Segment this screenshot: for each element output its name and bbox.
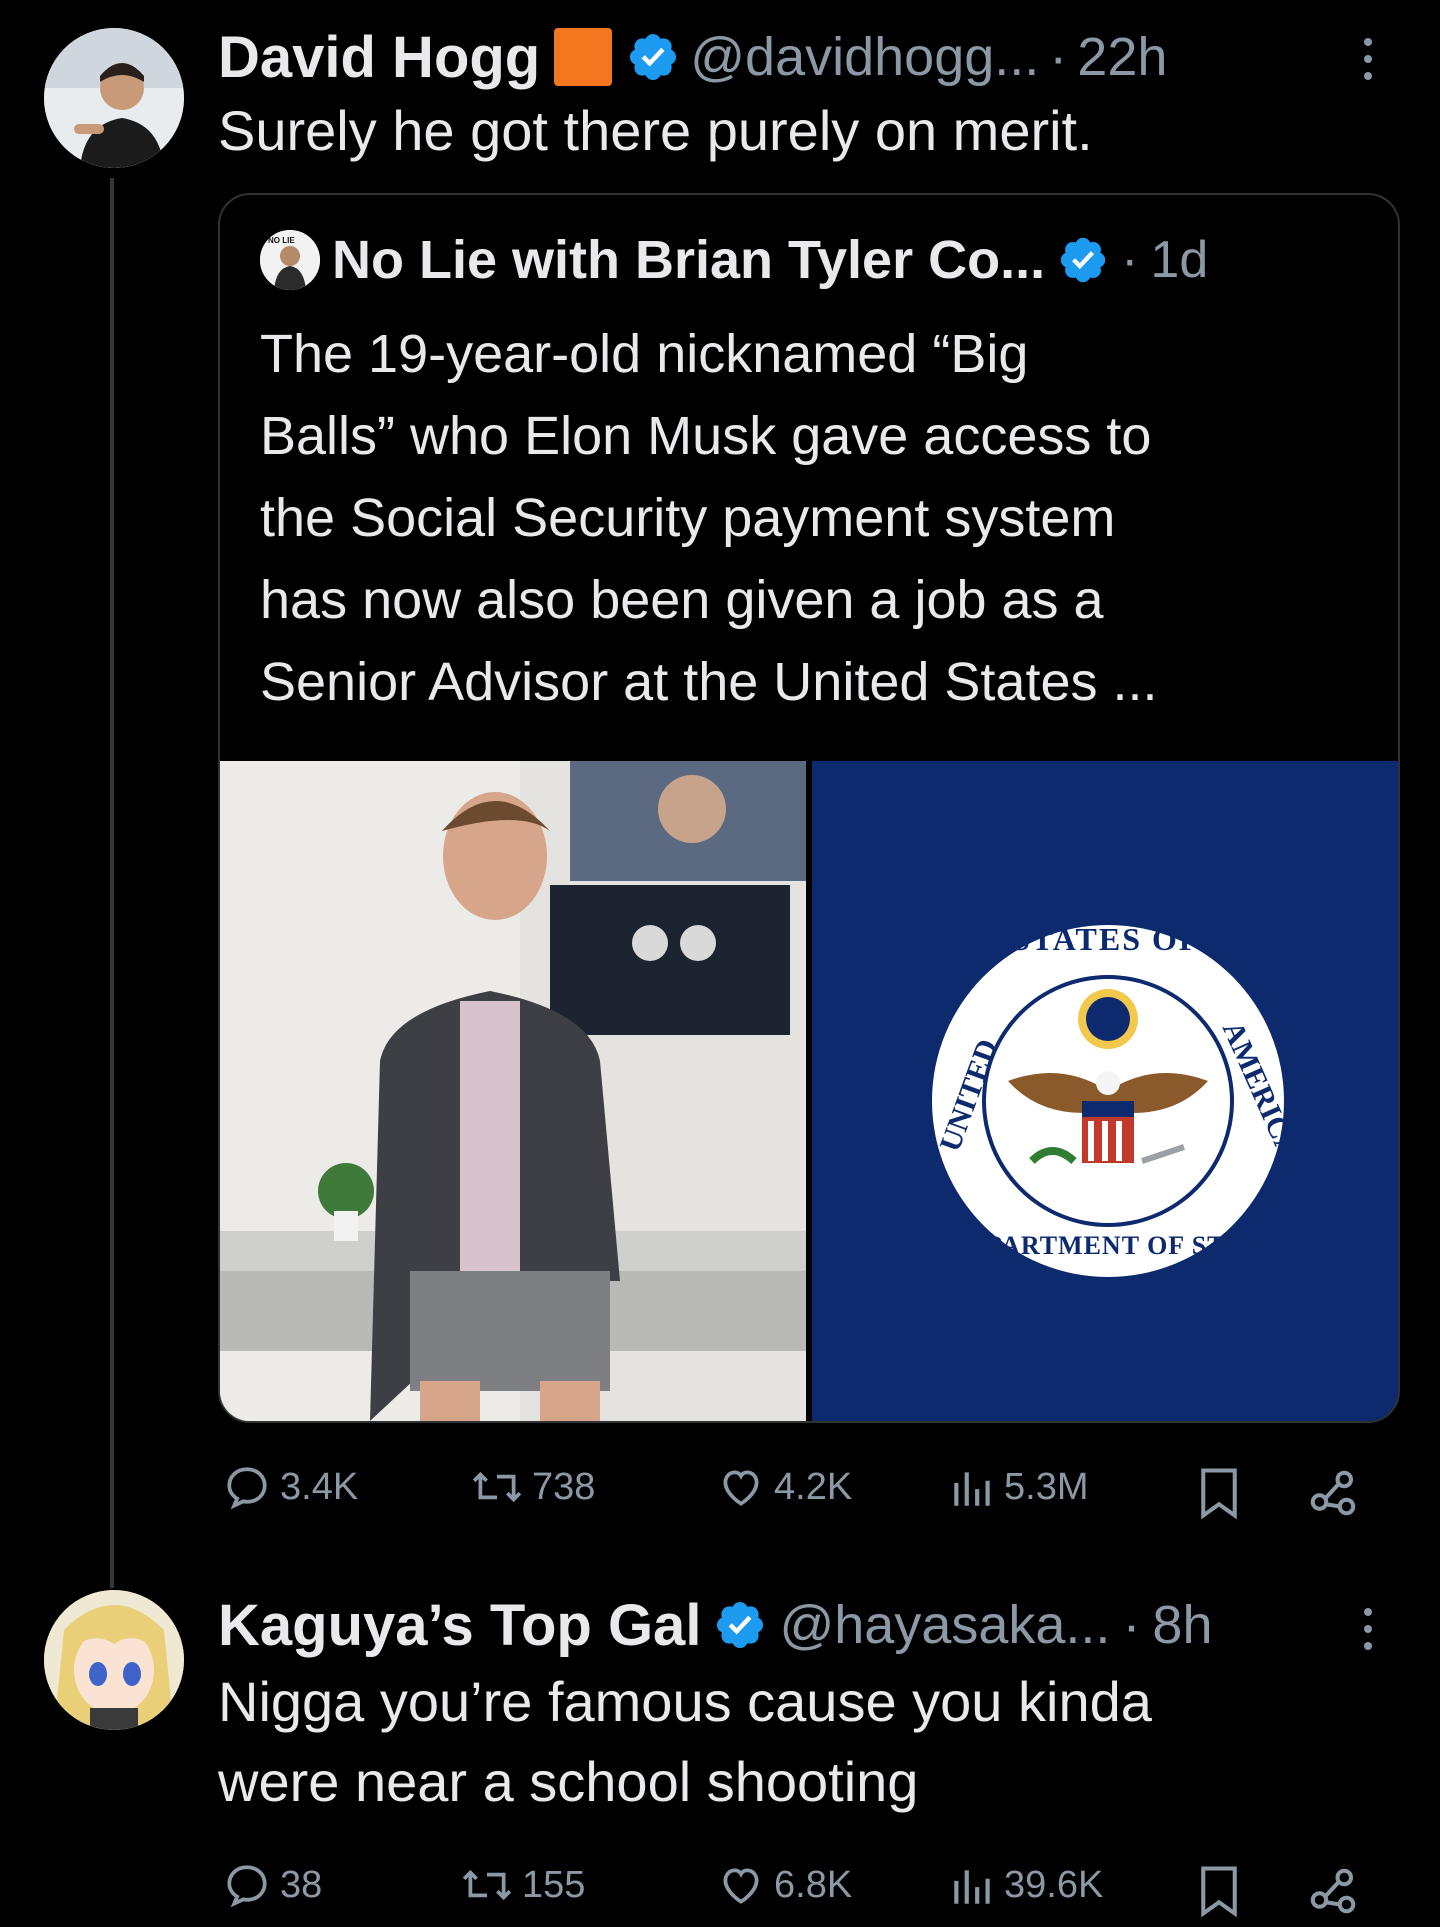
separator-dot: ·	[1121, 231, 1139, 289]
repost-button[interactable]: 155	[460, 1860, 585, 1910]
reply-button[interactable]: 38	[222, 1860, 322, 1910]
avatar-david-hogg[interactable]	[44, 28, 184, 168]
reply-count: 3.4K	[280, 1465, 359, 1508]
repost-icon	[470, 1462, 524, 1512]
views-icon	[950, 1860, 996, 1910]
views-count: 5.3M	[1004, 1465, 1089, 1508]
reply-icon	[222, 1860, 272, 1910]
share-button[interactable]	[1306, 1466, 1360, 1520]
like-button[interactable]: 4.2K	[716, 1462, 852, 1512]
verified-badge-icon[interactable]	[713, 1598, 767, 1652]
quote-avatar-label: NO LIE	[268, 236, 295, 245]
separator-dot: ·	[1049, 27, 1068, 87]
quote-text: The 19-year-old nicknamed “Big Balls” wh…	[260, 313, 1158, 723]
like-count: 6.8K	[774, 1863, 853, 1906]
quote-time[interactable]: 1d	[1150, 230, 1208, 290]
avatar-kaguyas-top-gal[interactable]	[44, 1590, 184, 1730]
media-photo-person[interactable]	[220, 761, 806, 1421]
quote-text-line: the Social Security payment system	[260, 488, 1116, 548]
seal-text-top: STATES OF	[1012, 921, 1201, 957]
author-name[interactable]: David Hogg	[218, 24, 540, 91]
verified-badge-icon[interactable]	[626, 30, 680, 84]
quote-text-line: The 19-year-old nicknamed “Big	[260, 324, 1029, 384]
post-text-line: Nigga you’re famous cause you kinda	[218, 1670, 1152, 1733]
flag-emoji-icon	[554, 28, 613, 86]
reply-button[interactable]: 3.4K	[222, 1462, 358, 1512]
more-options-icon[interactable]	[1356, 34, 1380, 84]
reply-count: 38	[280, 1863, 323, 1906]
thread-line	[110, 178, 114, 1588]
post-kaguyas-top-gal[interactable]: Kaguya’s Top Gal @hayasaka... · 8h Nigga…	[0, 1590, 1440, 1927]
quote-avatar[interactable]: NO LIE	[260, 230, 320, 290]
views-button[interactable]: 5.3M	[950, 1462, 1088, 1512]
reply-icon	[222, 1462, 272, 1512]
verified-badge-icon[interactable]	[1057, 234, 1109, 286]
more-options-icon[interactable]	[1356, 1604, 1380, 1654]
repost-count: 155	[522, 1863, 586, 1906]
post-header: Kaguya’s Top Gal @hayasaka... · 8h	[218, 1590, 1213, 1660]
share-button[interactable]	[1306, 1864, 1360, 1918]
action-bar: 38 155 6.8K 39.6K	[222, 1860, 1398, 1924]
author-handle[interactable]: @hayasaka...	[779, 1594, 1110, 1656]
media-state-dept-seal[interactable]: STATES OF UNITED AMERICA DEPARTMENT OF S…	[812, 761, 1398, 1421]
author-name[interactable]: Kaguya’s Top Gal	[218, 1592, 701, 1659]
post-text-line: were near a school shooting	[218, 1750, 919, 1813]
views-button[interactable]: 39.6K	[950, 1860, 1103, 1910]
like-count: 4.2K	[774, 1465, 853, 1508]
quote-text-line: Balls” who Elon Musk gave access to	[260, 406, 1152, 466]
post-text: Surely he got there purely on merit.	[218, 99, 1093, 162]
separator-dot: ·	[1122, 1595, 1141, 1655]
post-header: David Hogg @davidhogg... · 22h	[218, 22, 1167, 92]
post-david-hogg[interactable]: David Hogg @davidhogg... · 22h Surely he…	[0, 0, 1440, 1600]
views-count: 39.6K	[1004, 1863, 1104, 1906]
post-text: Nigga you’re famous cause you kinda were…	[218, 1662, 1152, 1822]
post-time[interactable]: 22h	[1077, 26, 1167, 88]
seal-text-bottom: DEPARTMENT OF STATE	[948, 1231, 1279, 1260]
author-handle[interactable]: @davidhogg...	[690, 26, 1039, 88]
heart-icon	[716, 1462, 766, 1512]
repost-button[interactable]: 738	[470, 1462, 595, 1512]
heart-icon	[716, 1860, 766, 1910]
quote-author-name[interactable]: No Lie with Brian Tyler Co...	[332, 229, 1045, 291]
bookmark-button[interactable]	[1196, 1864, 1242, 1918]
quote-header: NO LIE No Lie with Brian Tyler Co... · 1…	[260, 225, 1208, 295]
quote-text-line: has now also been given a job as a	[260, 570, 1104, 630]
quoted-post-card[interactable]: NO LIE No Lie with Brian Tyler Co... · 1…	[218, 193, 1400, 1423]
quote-text-line: Senior Advisor at the United States ...	[260, 652, 1158, 712]
bookmark-button[interactable]	[1196, 1466, 1242, 1520]
post-time[interactable]: 8h	[1152, 1594, 1212, 1656]
repost-count: 738	[532, 1465, 596, 1508]
like-button[interactable]: 6.8K	[716, 1860, 852, 1910]
repost-icon	[460, 1860, 514, 1910]
action-bar: 3.4K 738 4.2K 5.3M	[222, 1462, 1398, 1526]
views-icon	[950, 1462, 996, 1512]
